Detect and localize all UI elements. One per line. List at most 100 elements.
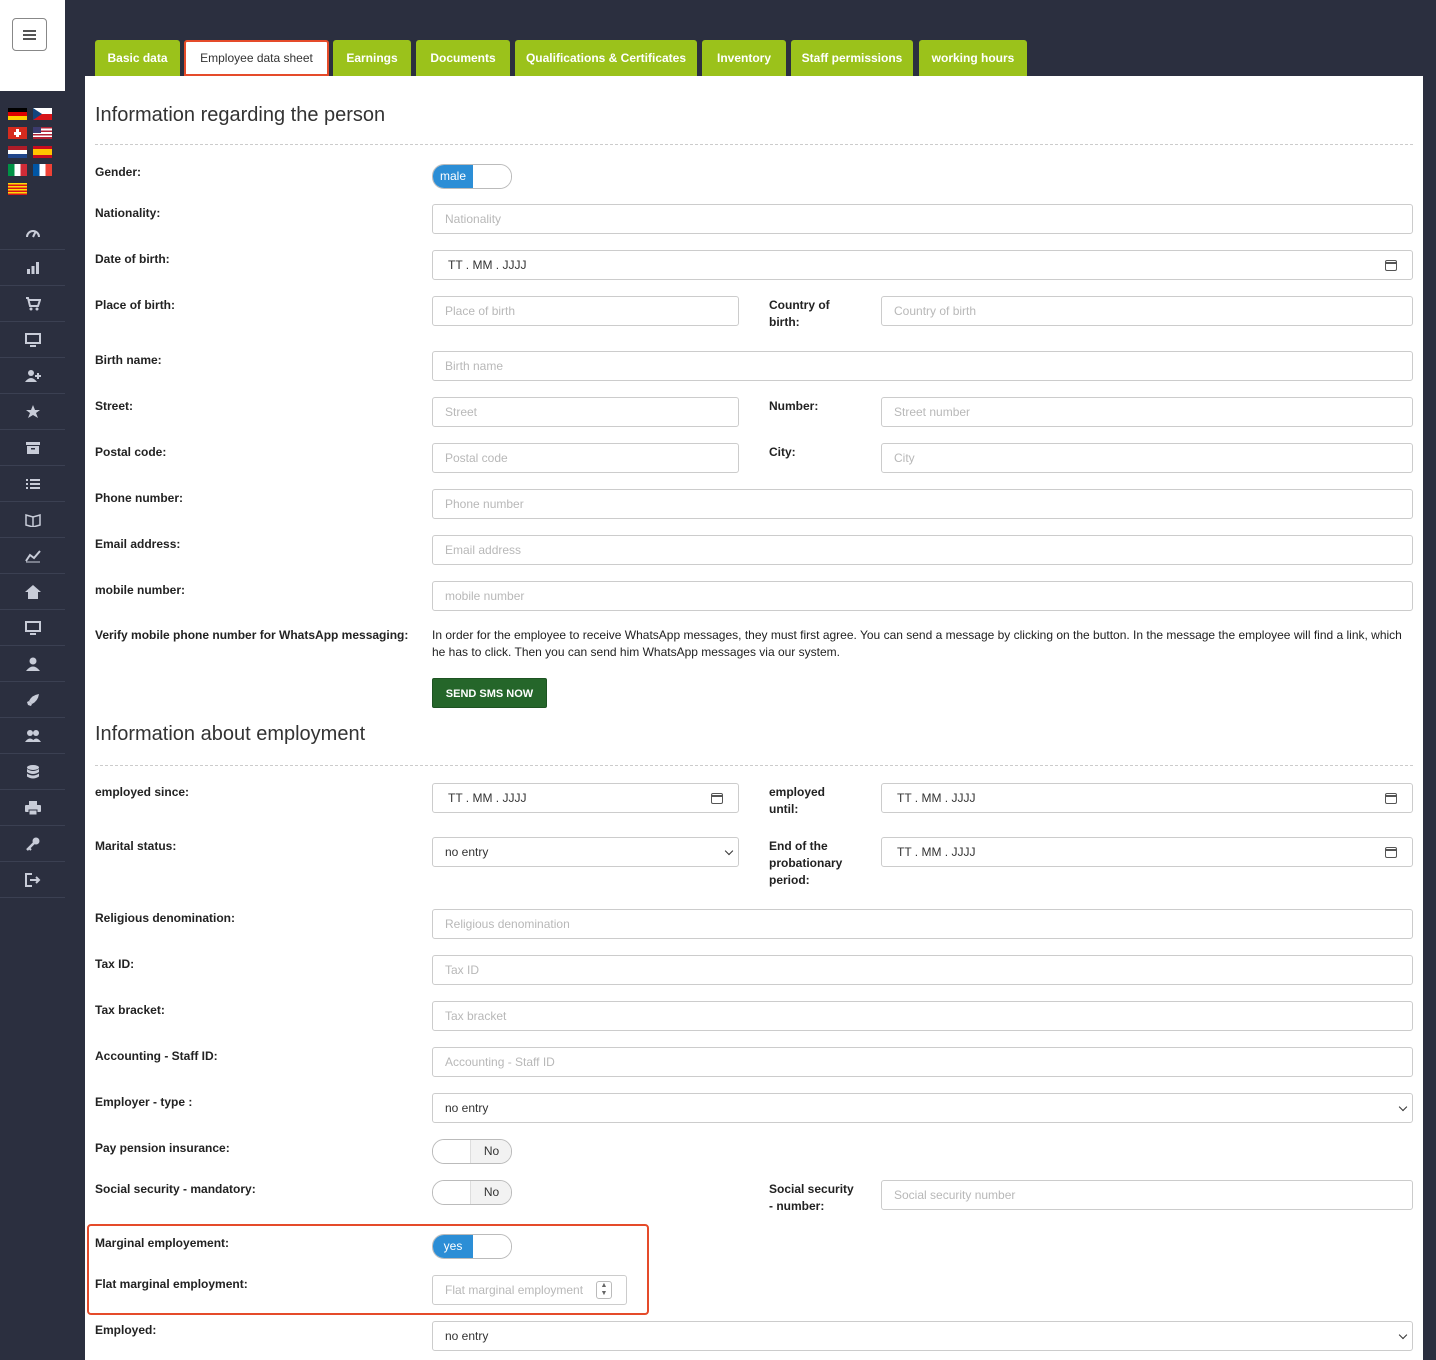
chevron-down-icon xyxy=(1398,1330,1408,1340)
place-of-birth-input[interactable]: Place of birth xyxy=(432,296,739,326)
employer-type-value: no entry xyxy=(445,1101,489,1115)
section-title-employment: Information about employment xyxy=(95,723,366,745)
marital-status-select[interactable]: no entry xyxy=(432,837,739,867)
flag-us-icon[interactable] xyxy=(33,127,52,139)
calendar-icon[interactable] xyxy=(1385,793,1397,804)
list-icon[interactable] xyxy=(0,466,65,502)
flag-nl-icon[interactable] xyxy=(8,146,27,158)
social-security-toggle[interactable]: No xyxy=(432,1180,512,1205)
flat-marginal-employment-input[interactable]: Flat marginal employment ▲ ▼ xyxy=(432,1275,627,1305)
label-employed-since: employed since: xyxy=(95,785,190,799)
street-number-input[interactable]: Street number xyxy=(881,397,1413,427)
toggle-knob xyxy=(473,165,511,188)
employed-since-value: TT . MM . JJJJ xyxy=(448,791,527,805)
line-chart-icon[interactable] xyxy=(0,538,65,574)
marginal-employment-toggle[interactable]: yes xyxy=(432,1234,512,1259)
bar-chart-icon[interactable] xyxy=(0,250,65,286)
rocket-icon[interactable] xyxy=(0,682,65,718)
tab-staff-permissions[interactable]: Staff permissions xyxy=(791,40,913,76)
gauge-icon[interactable] xyxy=(0,214,65,250)
tab-inventory[interactable]: Inventory xyxy=(702,40,786,76)
logout-icon[interactable] xyxy=(0,862,65,898)
label-number: Number: xyxy=(769,399,819,413)
flag-cz-icon[interactable] xyxy=(33,108,52,120)
calendar-icon[interactable] xyxy=(1385,847,1397,858)
country-of-birth-input[interactable]: Country of birth xyxy=(881,296,1413,326)
email-input[interactable]: Email address xyxy=(432,535,1413,565)
gender-toggle-value: male xyxy=(433,165,473,188)
label-marginal-employment: Marginal employement: xyxy=(95,1236,230,1250)
tax-bracket-input[interactable]: Tax bracket xyxy=(432,1001,1413,1031)
marginal-employment-toggle-value: yes xyxy=(433,1235,473,1258)
label-date-of-birth: Date of birth: xyxy=(95,252,170,266)
flag-ch-icon[interactable] xyxy=(8,127,27,139)
cart-icon[interactable] xyxy=(0,286,65,322)
key-icon[interactable] xyxy=(0,826,65,862)
postal-code-input[interactable]: Postal code xyxy=(432,443,739,473)
calendar-icon[interactable] xyxy=(1385,260,1397,271)
home-icon[interactable] xyxy=(0,574,65,610)
database-icon[interactable] xyxy=(0,754,65,790)
book-icon[interactable] xyxy=(0,502,65,538)
hamburger-icon xyxy=(23,30,36,32)
tab-documents[interactable]: Documents xyxy=(416,40,510,76)
tax-id-input[interactable]: Tax ID xyxy=(432,955,1413,985)
flag-ca-icon[interactable] xyxy=(8,183,27,195)
tab-basic-data[interactable]: Basic data xyxy=(95,40,180,76)
label-religion: Religious denomination: xyxy=(95,911,235,925)
archive-icon[interactable] xyxy=(0,430,65,466)
menu-toggle-button[interactable] xyxy=(12,18,47,51)
street-input[interactable]: Street xyxy=(432,397,739,427)
divider xyxy=(95,144,1413,145)
flag-fr-icon[interactable] xyxy=(33,164,52,176)
label-probation-line1: End of the xyxy=(769,839,828,853)
nationality-input[interactable]: Nationality xyxy=(432,204,1413,234)
send-sms-button[interactable]: SEND SMS NOW xyxy=(432,678,547,708)
probation-end-input[interactable]: TT . MM . JJJJ xyxy=(881,837,1413,867)
flag-de-icon[interactable] xyxy=(8,108,27,120)
date-of-birth-input[interactable]: TT . MM . JJJJ xyxy=(432,250,1413,280)
employed-select[interactable]: no entry xyxy=(432,1321,1413,1351)
social-security-number-input[interactable]: Social security number xyxy=(881,1180,1413,1210)
birth-name-input[interactable]: Birth name xyxy=(432,351,1413,381)
star-icon[interactable] xyxy=(0,394,65,430)
tab-earnings[interactable]: Earnings xyxy=(333,40,411,76)
section-title-person: Information regarding the person xyxy=(95,104,386,126)
gender-toggle[interactable]: male xyxy=(432,164,512,189)
accounting-staff-id-input[interactable]: Accounting - Staff ID xyxy=(432,1047,1413,1077)
stepper-icon[interactable]: ▲ ▼ xyxy=(596,1281,612,1299)
employer-type-select[interactable]: no entry xyxy=(432,1093,1413,1123)
flag-it-icon[interactable] xyxy=(8,164,27,176)
hamburger-line xyxy=(23,34,36,36)
social-security-toggle-value: No xyxy=(471,1181,511,1204)
mobile-input[interactable]: mobile number xyxy=(432,581,1413,611)
label-verify-whatsapp: Verify mobile phone number for WhatsApp … xyxy=(95,628,409,642)
employed-since-input[interactable]: TT . MM . JJJJ xyxy=(432,783,739,813)
tab-working-hours[interactable]: working hours xyxy=(919,40,1027,76)
add-user-icon[interactable] xyxy=(0,358,65,394)
label-birth-name: Birth name: xyxy=(95,353,162,367)
phone-input[interactable]: Phone number xyxy=(432,489,1413,519)
tab-employee-data-sheet[interactable]: Employee data sheet xyxy=(184,40,329,76)
label-email: Email address: xyxy=(95,537,181,551)
tab-qualifications[interactable]: Qualifications & Certificates xyxy=(515,40,697,76)
monitor-icon[interactable] xyxy=(0,322,65,358)
label-country-of-birth-line2: birth: xyxy=(769,315,800,329)
label-employer-type: Employer - type : xyxy=(95,1095,193,1109)
sidebar xyxy=(0,0,65,1360)
print-icon[interactable] xyxy=(0,790,65,826)
label-tax-bracket: Tax bracket: xyxy=(95,1003,165,1017)
label-pension: Pay pension insurance: xyxy=(95,1141,230,1155)
flat-marginal-placeholder: Flat marginal employment xyxy=(445,1283,584,1297)
pension-toggle[interactable]: No xyxy=(432,1139,512,1164)
flag-es-icon[interactable] xyxy=(33,146,52,158)
religion-input[interactable]: Religious denomination xyxy=(432,909,1413,939)
users-icon[interactable] xyxy=(0,718,65,754)
city-input[interactable]: City xyxy=(881,443,1413,473)
user-icon[interactable] xyxy=(0,646,65,682)
monitor-icon[interactable] xyxy=(0,610,65,646)
employed-until-input[interactable]: TT . MM . JJJJ xyxy=(881,783,1413,813)
label-mobile: mobile number: xyxy=(95,583,186,597)
label-nationality: Nationality: xyxy=(95,206,161,220)
calendar-icon[interactable] xyxy=(711,793,723,804)
